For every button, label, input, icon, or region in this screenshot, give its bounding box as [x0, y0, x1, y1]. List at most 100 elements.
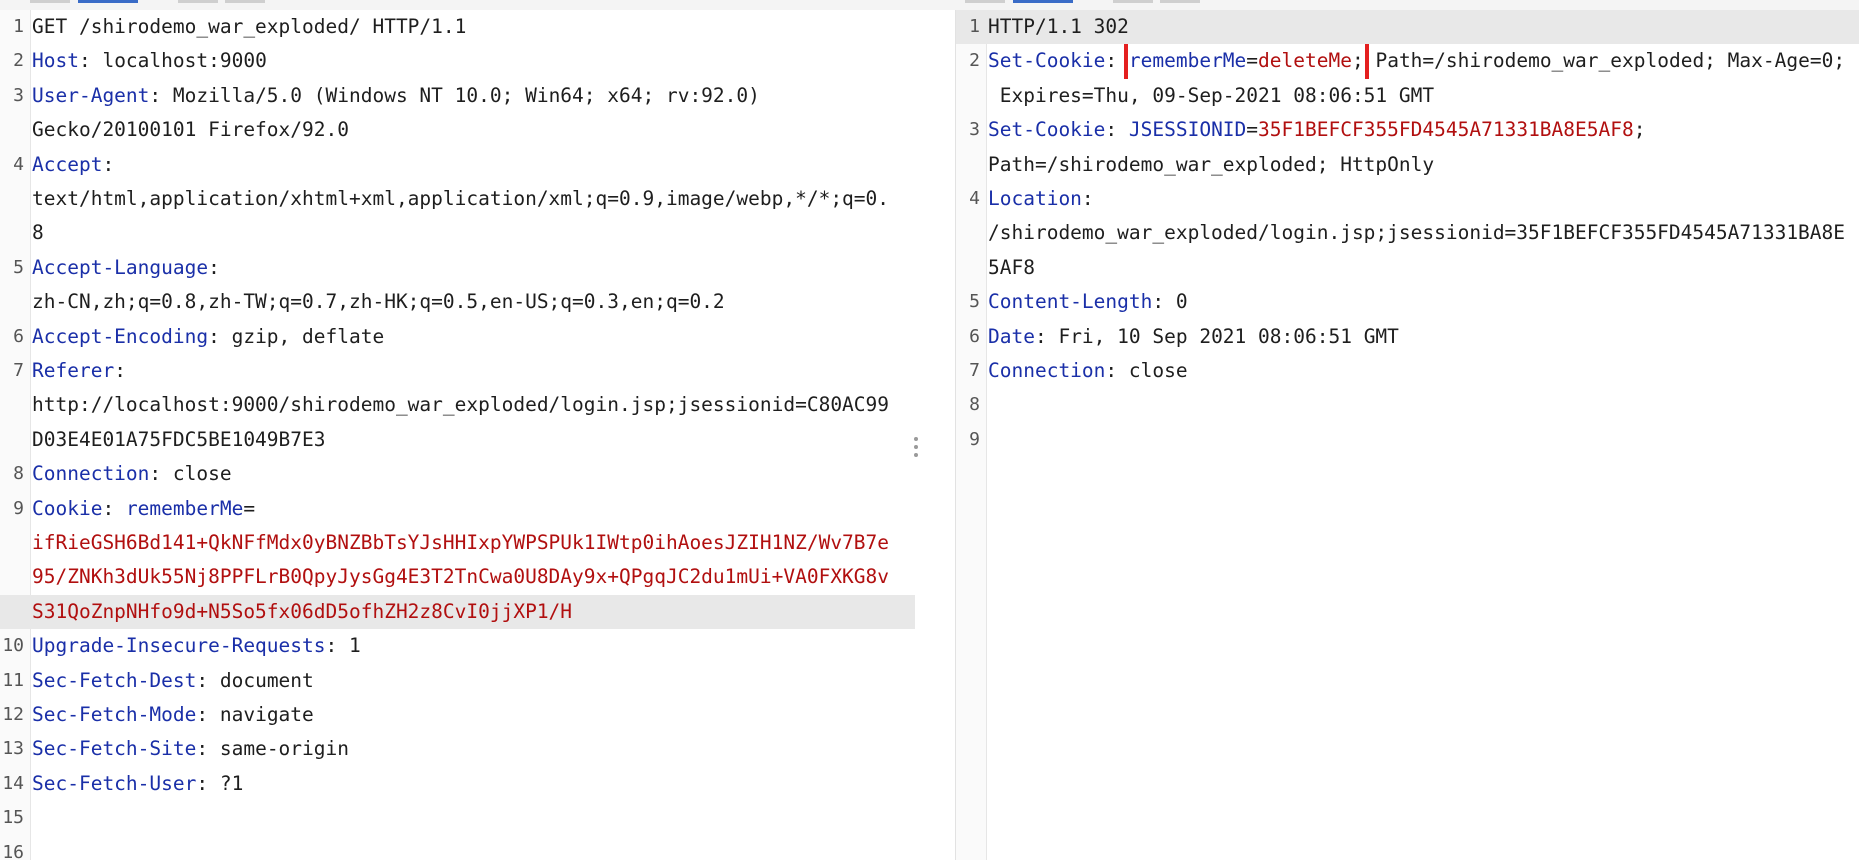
response-line[interactable]: 2 Set-Cookie: rememberMe=deleteMe; Path=/…	[956, 44, 1859, 79]
text-segment: : Mozilla/5.0 (Windows NT 10.0; Win64; x…	[149, 83, 760, 107]
text-segment: 5AF8	[988, 255, 1035, 279]
response-line[interactable]: 1 HTTP/1.1 302	[956, 10, 1859, 45]
tab-indicator[interactable]	[178, 0, 218, 3]
header-name: Sec-Fetch-Mode	[32, 703, 197, 726]
response-line[interactable]: 5 Content-Length: 0	[956, 285, 1859, 319]
response-line[interactable]: /shirodemo_war_exploded/login.jsp;jsessi…	[956, 216, 1859, 250]
response-line[interactable]: Path=/shirodemo_war_exploded; HttpOnly	[956, 148, 1859, 182]
response-line[interactable]: Expires=Thu, 09-Sep-2021 08:06:51 GMT	[956, 79, 1859, 113]
request-line[interactable]: 13 Sec-Fetch-Site: same-origin	[0, 732, 915, 766]
request-line[interactable]: zh-CN,zh;q=0.8,zh-TW;q=0.7,zh-HK;q=0.5,e…	[0, 285, 915, 319]
line-number: 9	[969, 428, 980, 450]
line-number: 8	[13, 463, 24, 485]
request-line[interactable]: 16	[0, 836, 915, 860]
header-name: Set-Cookie	[988, 118, 1106, 142]
tab-indicator[interactable]	[1113, 0, 1153, 3]
pane-divider[interactable]	[915, 10, 955, 860]
tab-indicator[interactable]	[225, 0, 265, 3]
line-number: 2	[13, 50, 24, 72]
line-text: Set-Cookie: rememberMe=deleteMe; Path=/s…	[988, 44, 1856, 79]
tab-indicator[interactable]	[965, 0, 1005, 3]
request-line[interactable]: 10 Upgrade-Insecure-Requests: 1	[0, 629, 915, 663]
response-line[interactable]: 6 Date: Fri, 10 Sep 2021 08:06:51 GMT	[956, 320, 1859, 354]
response-line[interactable]: 5AF8	[956, 251, 1859, 285]
request-line[interactable]: 15	[0, 801, 915, 835]
text-segment: : navigate	[196, 703, 314, 726]
header-name: Upgrade-Insecure-Requests	[32, 634, 326, 658]
request-line[interactable]: 4 Accept:	[0, 148, 915, 182]
request-line[interactable]: S31QoZnpNHfo9d+N5So5fx06dD5ofhZH2z8CvI0j…	[0, 594, 915, 630]
line-number: 7	[969, 360, 980, 381]
request-line[interactable]: 12 Sec-Fetch-Mode: navigate	[0, 698, 915, 732]
request-line[interactable]: ifRieGSH6Bd141+QkNFfMdx0yBNZBbTsYJsHHIxp…	[0, 526, 915, 560]
request-line[interactable]: 8	[0, 216, 915, 250]
vertical-dots-icon[interactable]	[914, 437, 918, 461]
tab-indicator[interactable]	[30, 0, 70, 3]
response-editor[interactable]: 1 HTTP/1.1 302 2 Set-Cookie: rememberMe=del…	[955, 10, 1859, 860]
response-line[interactable]: 4 Location:	[956, 182, 1859, 216]
request-line[interactable]: 3 User-Agent: Mozilla/5.0 (Windows NT 10.…	[0, 79, 915, 113]
request-line[interactable]: 11 Sec-Fetch-Dest: document	[0, 664, 915, 698]
tab-indicator[interactable]	[1160, 0, 1200, 3]
cookie-value: ifRieGSH6Bd141+QkNFfMdx0yBNZBbTsYJsHHIxp…	[32, 531, 890, 554]
header-name: Content-Length	[988, 290, 1153, 314]
line-number: 6	[969, 325, 980, 347]
line-number: 5	[969, 291, 980, 313]
header-name: Date	[988, 324, 1035, 348]
request-line[interactable]: 8 Connection: close	[0, 457, 915, 491]
text-segment: : gzip, deflate	[208, 324, 385, 348]
line-text: ifRieGSH6Bd141+QkNFfMdx0yBNZBbTsYJsHHIxp…	[32, 526, 911, 560]
request-line[interactable]: text/html,application/xhtml+xml,applicat…	[0, 182, 915, 216]
request-line[interactable]: http://localhost:9000/shirodemo_war_expl…	[0, 388, 915, 422]
line-number: 11	[2, 669, 24, 691]
text-segment: =	[243, 496, 256, 520]
response-line[interactable]: 3 Set-Cookie: JSESSIONID=35F1BEFCF355FD45…	[956, 113, 1859, 147]
text-segment: =	[1246, 49, 1259, 73]
text-segment: =	[1246, 118, 1259, 142]
line-text: Sec-Fetch-Dest: document	[32, 664, 911, 698]
line-text: text/html,application/xhtml+xml,applicat…	[32, 182, 911, 216]
line-number: 1	[13, 16, 24, 37]
request-line[interactable]: 9 Cookie: rememberMe=	[0, 492, 915, 526]
header-name: Connection	[32, 462, 150, 486]
line-text: Connection: close	[988, 354, 1856, 388]
request-editor[interactable]: 1 GET /shirodemo_war_exploded/ HTTP/1.1 2 H…	[0, 10, 915, 860]
text-segment: GET /shirodemo_war_exploded/ HTTP/1.1	[32, 15, 467, 38]
line-number: 13	[2, 738, 24, 760]
request-line[interactable]: 6 Accept-Encoding: gzip, deflate	[0, 320, 915, 354]
request-line[interactable]: 1 GET /shirodemo_war_exploded/ HTTP/1.1	[0, 10, 915, 44]
response-line[interactable]: 8	[956, 388, 1859, 422]
line-number: 15	[2, 807, 24, 829]
request-line[interactable]: 7 Referer:	[0, 354, 915, 388]
line-text: Location:	[988, 182, 1856, 216]
text-segment: D03E4E01A75FDC5BE1049B7E3	[32, 427, 326, 451]
request-line[interactable]: D03E4E01A75FDC5BE1049B7E3	[0, 423, 915, 457]
request-line[interactable]: Gecko/20100101 Firefox/92.0	[0, 113, 915, 147]
request-line[interactable]: 2 Host: localhost:9000	[0, 44, 915, 78]
line-text: Accept-Encoding: gzip, deflate	[32, 320, 911, 354]
line-number: 3	[13, 84, 24, 106]
active-tab-indicator[interactable]	[1013, 0, 1073, 3]
request-line[interactable]: 95/ZNKh3dUk55Nj8PPFLrB0QpyJysGg4E3T2TnCw…	[0, 560, 915, 594]
line-text: GET /shirodemo_war_exploded/ HTTP/1.1	[32, 10, 911, 44]
response-line[interactable]: 7 Connection: close	[956, 354, 1859, 388]
active-tab-indicator[interactable]	[78, 0, 138, 3]
response-line[interactable]: 9	[956, 423, 1859, 457]
header-name: Accept-Language	[32, 255, 209, 279]
header-name: Sec-Fetch-User	[32, 771, 197, 795]
line-text: User-Agent: Mozilla/5.0 (Windows NT 10.0…	[32, 79, 911, 113]
text-segment: : document	[196, 668, 314, 692]
line-text: 8	[32, 216, 911, 250]
line-number: 5	[13, 256, 24, 278]
text-segment: :	[1105, 49, 1129, 73]
line-text: Date: Fri, 10 Sep 2021 08:06:51 GMT	[988, 320, 1856, 354]
request-line[interactable]: 5 Accept-Language:	[0, 251, 915, 285]
line-text: HTTP/1.1 302	[988, 10, 1856, 44]
line-number: 6	[13, 325, 24, 347]
header-name: User-Agent	[32, 83, 150, 107]
line-number: 16	[2, 841, 24, 860]
text-segment: Path=/shirodemo_war_exploded; HttpOnly	[988, 152, 1435, 176]
cookie-value: 95/ZNKh3dUk55Nj8PPFLrB0QpyJysGg4E3T2TnCw…	[32, 565, 890, 589]
cookie-value: deleteMe	[1258, 49, 1352, 73]
request-line[interactable]: 14 Sec-Fetch-User: ?1	[0, 767, 915, 801]
